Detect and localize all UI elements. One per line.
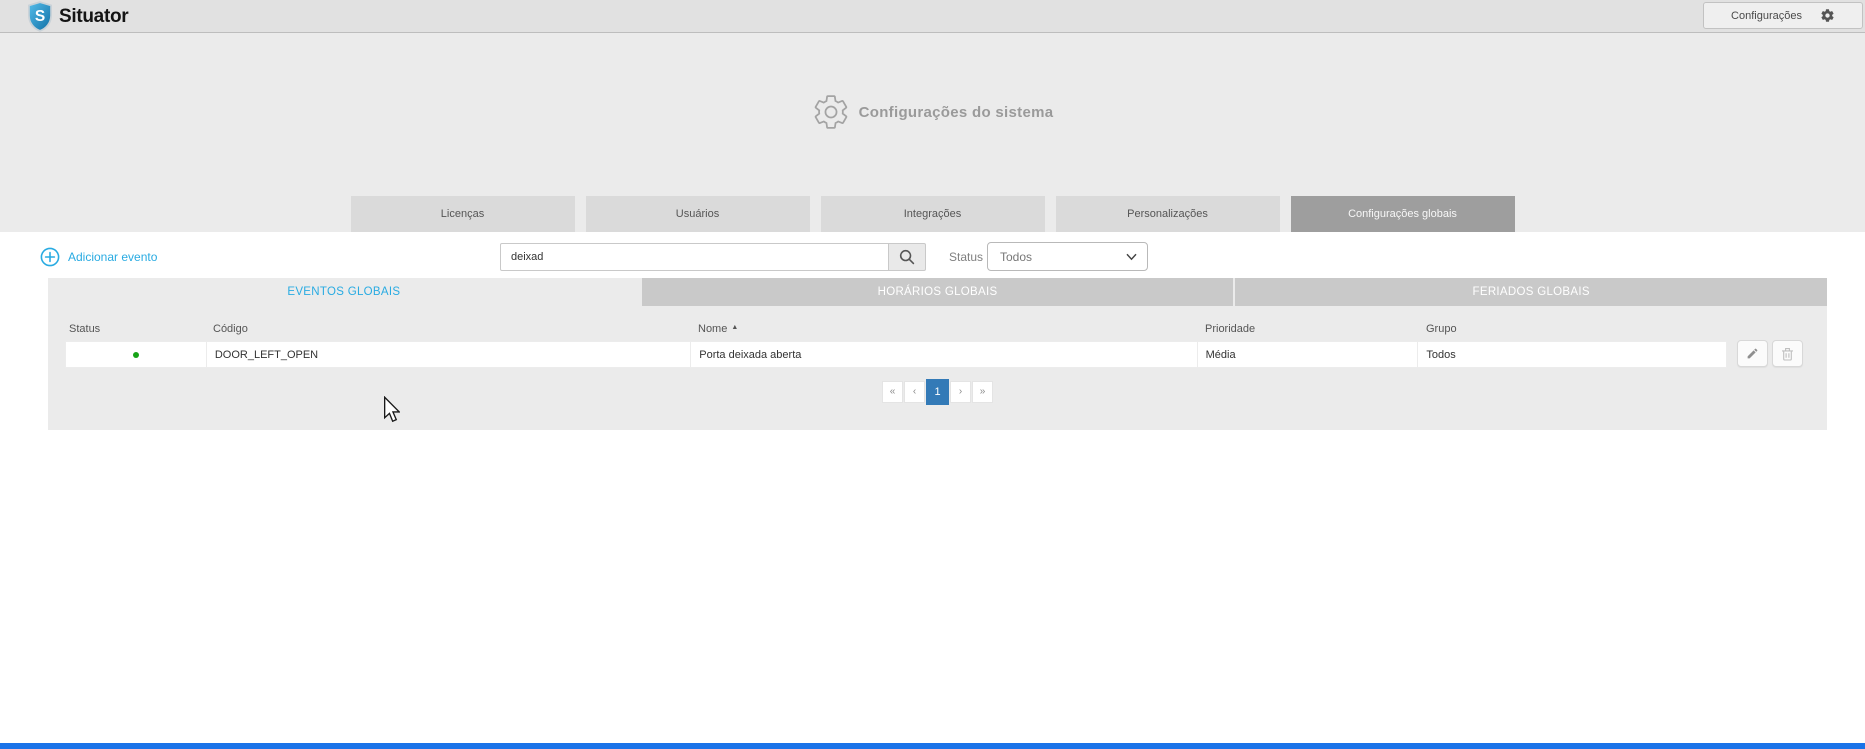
edit-row-button[interactable] bbox=[1737, 340, 1768, 367]
settings-button-label: Configurações bbox=[1731, 9, 1802, 22]
search-input[interactable] bbox=[500, 243, 889, 271]
app-title: Situator bbox=[59, 5, 129, 27]
gear-outline-icon bbox=[814, 95, 847, 129]
cell-grupo: Todos bbox=[1417, 342, 1726, 367]
tab-label: Configurações globais bbox=[1348, 208, 1457, 220]
tab-licencas[interactable]: Licenças bbox=[350, 196, 575, 232]
add-event-label: Adicionar evento bbox=[68, 250, 158, 264]
status-filter-label: Status bbox=[949, 250, 984, 264]
page-title: Configurações do sistema bbox=[0, 93, 1865, 131]
subtab-label: FERIADOS GLOBAIS bbox=[1472, 286, 1590, 298]
column-header-label: Prioridade bbox=[1205, 323, 1256, 335]
column-header-label: Status bbox=[69, 323, 101, 335]
status-filter-select[interactable]: Todos bbox=[987, 242, 1148, 271]
column-header-nome[interactable]: Nome ▲ bbox=[690, 318, 1197, 340]
trash-icon bbox=[1782, 347, 1793, 361]
cell-codigo: DOOR_LEFT_OPEN bbox=[205, 342, 690, 367]
subtabs: EVENTOS GLOBAIS HORÁRIOS GLOBAIS FERIADO… bbox=[48, 278, 1828, 306]
column-header-codigo[interactable]: Código bbox=[205, 318, 690, 340]
shield-logo-icon: S bbox=[28, 1, 52, 32]
topbar: S Situator Configurações bbox=[0, 0, 1865, 33]
table-row[interactable]: DOOR_LEFT_OPEN Porta deixada aberta Médi… bbox=[65, 341, 1727, 368]
tab-label: Licenças bbox=[440, 208, 485, 220]
bottom-accent-strip bbox=[0, 743, 1865, 749]
column-header-grupo[interactable]: Grupo bbox=[1418, 318, 1727, 340]
pagination: « ‹ 1 › » bbox=[48, 378, 1827, 405]
cell-nome: Porta deixada aberta bbox=[690, 342, 1196, 367]
subtab-eventos-globais[interactable]: EVENTOS GLOBAIS bbox=[48, 278, 640, 306]
search-button[interactable] bbox=[888, 243, 926, 271]
pagination-label: « bbox=[889, 386, 896, 397]
tab-usuarios[interactable]: Usuários bbox=[585, 196, 810, 232]
pagination-label: 1 bbox=[934, 385, 941, 398]
pagination-label: › bbox=[958, 386, 963, 397]
pagination-label: » bbox=[979, 386, 986, 397]
main-tabs: Licenças Usuários Integrações Personaliz… bbox=[0, 196, 1865, 232]
pagination-prev-button[interactable]: ‹ bbox=[904, 380, 925, 403]
gear-icon bbox=[1821, 9, 1834, 22]
subtab-label: EVENTOS GLOBAIS bbox=[287, 286, 401, 298]
delete-row-button[interactable] bbox=[1772, 340, 1803, 367]
column-header-label: Grupo bbox=[1426, 323, 1457, 335]
cell-text: Média bbox=[1205, 348, 1236, 361]
status-filter-wrap: Todos bbox=[987, 242, 1148, 271]
add-event-button[interactable]: Adicionar evento bbox=[40, 242, 157, 272]
pagination-page-1-button[interactable]: 1 bbox=[926, 378, 949, 405]
column-header-label: Nome bbox=[698, 323, 728, 335]
tab-personalizacoes[interactable]: Personalizações bbox=[1055, 196, 1280, 232]
pagination-next-button[interactable]: › bbox=[950, 380, 971, 403]
hero-zone: Configurações do sistema Licenças Usuári… bbox=[0, 33, 1865, 232]
sort-asc-icon: ▲ bbox=[731, 323, 739, 331]
tab-label: Integrações bbox=[903, 208, 962, 220]
cell-status bbox=[66, 342, 206, 367]
subtab-horarios-globais[interactable]: HORÁRIOS GLOBAIS bbox=[641, 278, 1234, 306]
page-title-text: Configurações do sistema bbox=[858, 103, 1054, 121]
global-settings-panel: EVENTOS GLOBAIS HORÁRIOS GLOBAIS FERIADO… bbox=[48, 278, 1828, 430]
settings-button[interactable]: Configurações bbox=[1703, 2, 1863, 29]
row-actions bbox=[1737, 340, 1803, 367]
cell-prioridade: Média bbox=[1196, 342, 1418, 367]
situator-app: S Situator Configurações Configurações d… bbox=[0, 0, 1865, 749]
tab-integracoes[interactable]: Integrações bbox=[820, 196, 1045, 232]
tab-label: Usuários bbox=[675, 208, 720, 220]
pagination-label: ‹ bbox=[912, 386, 917, 397]
subtab-label: HORÁRIOS GLOBAIS bbox=[877, 286, 998, 298]
cell-text: Porta deixada aberta bbox=[699, 348, 802, 361]
cell-text: Todos bbox=[1426, 348, 1456, 361]
tab-label: Personalizações bbox=[1127, 208, 1208, 220]
pencil-icon bbox=[1747, 348, 1758, 359]
cell-text: DOOR_LEFT_OPEN bbox=[214, 348, 319, 361]
search-icon bbox=[899, 249, 915, 265]
column-header-prioridade[interactable]: Prioridade bbox=[1197, 318, 1418, 340]
table-header-row: Status Código Nome ▲ Prioridade Grupo bbox=[65, 318, 1727, 340]
app-logo: S Situator bbox=[26, 1, 129, 32]
subtab-feriados-globais[interactable]: FERIADOS GLOBAIS bbox=[1235, 278, 1828, 306]
pagination-first-button[interactable]: « bbox=[882, 380, 903, 403]
column-header-label: Código bbox=[213, 323, 248, 335]
plus-circle-icon bbox=[40, 247, 60, 267]
status-active-dot bbox=[132, 351, 139, 358]
pagination-last-button[interactable]: » bbox=[972, 380, 993, 403]
column-header-status[interactable]: Status bbox=[65, 318, 205, 340]
logo-letter: S bbox=[35, 8, 45, 25]
tab-configuracoes-globais[interactable]: Configurações globais bbox=[1290, 196, 1515, 232]
